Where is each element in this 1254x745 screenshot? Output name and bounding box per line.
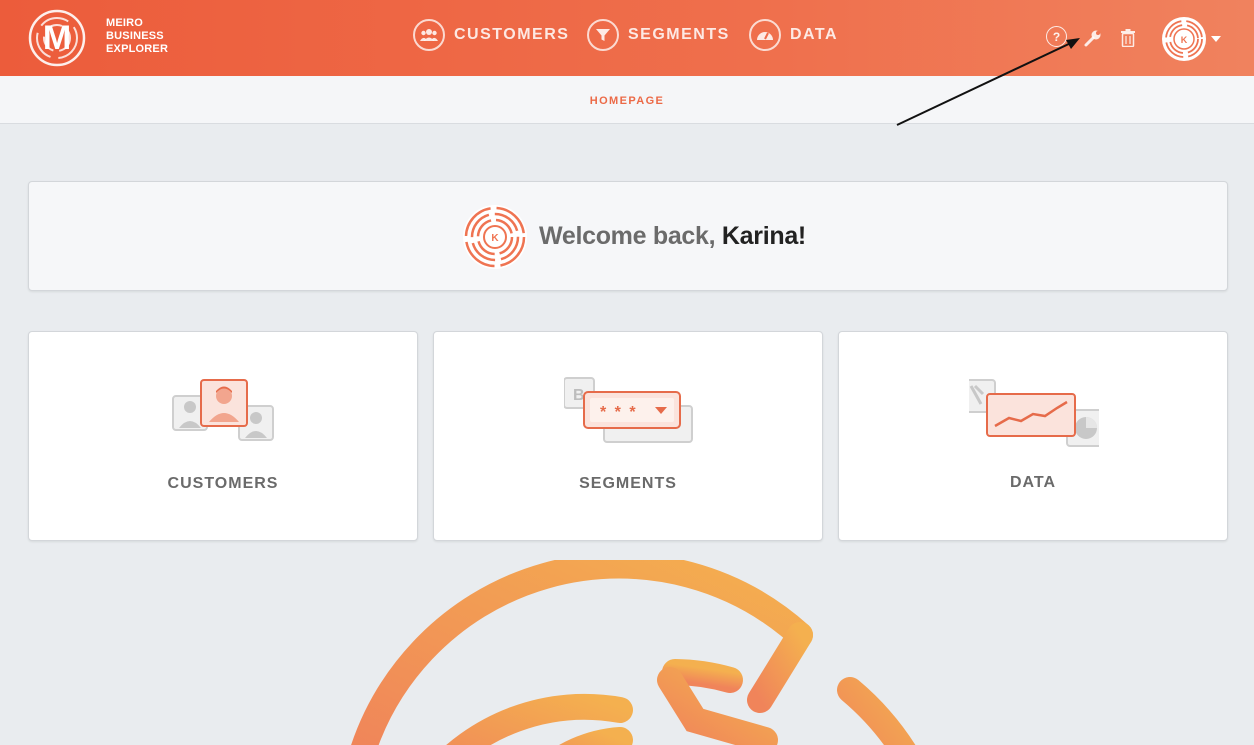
wrench-icon[interactable] <box>1083 28 1103 48</box>
meiro-maze-watermark-icon <box>351 560 916 745</box>
card-segments[interactable]: B * * * SEGMENTS <box>433 331 823 541</box>
app-title-line: MEIRO <box>106 17 144 29</box>
users-icon <box>413 19 445 51</box>
nav-customers[interactable]: CUSTOMERS <box>413 19 569 51</box>
segments-illustration-stars: * * * <box>600 404 638 421</box>
top-navigation-bar: M MEIRO BUSINESS EXPLORER CUSTOMERS SEGM… <box>0 0 1254 76</box>
segments-illustration-icon: B * * * <box>564 377 693 443</box>
filter-icon <box>587 19 619 51</box>
meiro-logo-icon[interactable]: M <box>28 9 86 67</box>
chevron-down-icon[interactable] <box>1211 36 1221 42</box>
welcome-avatar: K <box>463 205 527 269</box>
help-icon[interactable]: ? <box>1046 26 1067 47</box>
nav-segments-label: SEGMENTS <box>628 26 730 43</box>
welcome-prefix: Welcome back, <box>539 222 722 250</box>
logo-letter: M <box>43 19 71 57</box>
app-title-line: BUSINESS <box>106 30 164 42</box>
nav-data[interactable]: DATA <box>749 19 838 51</box>
card-data-label: DATA <box>1009 474 1057 491</box>
welcome-message: Welcome back, Karina! <box>539 222 806 251</box>
data-illustration-icon <box>969 379 1099 447</box>
card-data[interactable]: DATA <box>838 331 1228 541</box>
welcome-user-name: Karina! <box>721 222 806 250</box>
customers-illustration-icon <box>172 379 274 441</box>
avatar-initial: K <box>1181 35 1188 45</box>
nav-data-label: DATA <box>790 26 839 43</box>
user-avatar[interactable]: K <box>1162 17 1206 61</box>
app-title: MEIRO BUSINESS EXPLORER <box>106 17 168 56</box>
trash-icon[interactable] <box>1120 29 1136 47</box>
card-customers[interactable]: CUSTOMERS <box>28 331 418 541</box>
breadcrumb-homepage[interactable]: HOMEPAGE <box>0 95 1254 107</box>
nav-segments[interactable]: SEGMENTS <box>587 19 730 51</box>
card-segments-label: SEGMENTS <box>579 475 677 492</box>
welcome-panel: K Welcome back, Karina! <box>28 181 1228 291</box>
breadcrumb: HOMEPAGE <box>0 76 1254 124</box>
dashboard-gauge-icon <box>749 19 781 51</box>
nav-customers-label: CUSTOMERS <box>454 26 570 43</box>
welcome-avatar-initial: K <box>491 233 499 244</box>
card-customers-label: CUSTOMERS <box>167 475 279 492</box>
app-title-line: EXPLORER <box>106 43 169 55</box>
segments-illustration-letter: B <box>573 387 585 404</box>
